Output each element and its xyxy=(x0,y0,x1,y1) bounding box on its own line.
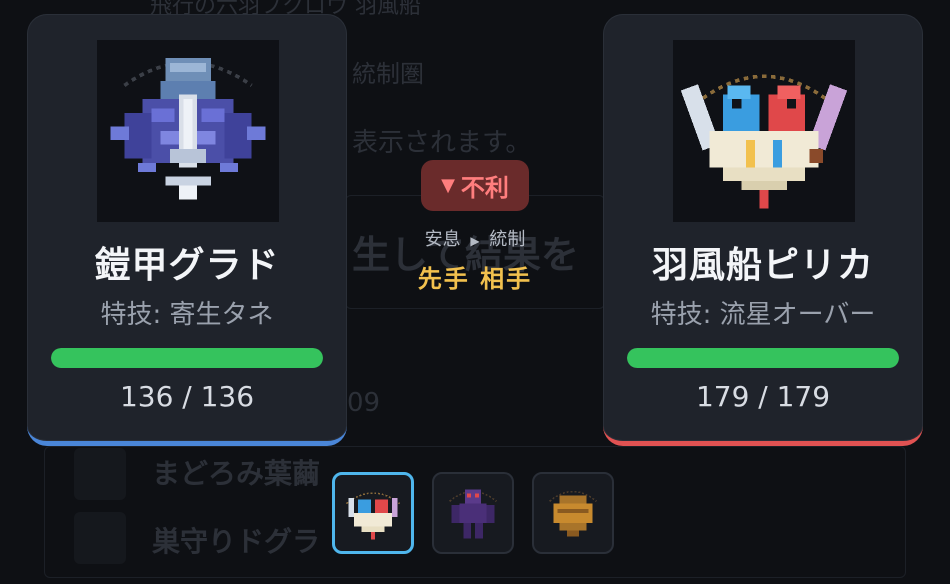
down-triangle-icon: ▼ xyxy=(441,175,455,196)
bg-sprite-1 xyxy=(74,448,126,500)
armored-beetle-sprite-icon xyxy=(97,40,279,222)
player-hp-bar xyxy=(51,348,323,368)
play-arrow-icon: ▶ xyxy=(470,234,480,248)
player-monster-card: 鎧甲グラド 特技: 寄生タネ 136 / 136 xyxy=(27,14,347,446)
purple-humanoid-icon xyxy=(449,489,497,539)
opponent-monster-name: 羽風船ピリカ xyxy=(651,245,874,286)
party-slot-2[interactable] xyxy=(432,472,514,554)
bg-row-name-1: まどろみ葉繭 xyxy=(152,457,321,490)
matchup-panel: ▼ 不利 安息 ▶ 統制 先手 相手 xyxy=(380,160,570,294)
player-monster-name: 鎧甲グラド xyxy=(94,245,280,286)
bg-sprite-2 xyxy=(74,512,126,564)
party-slot-1[interactable] xyxy=(332,472,414,554)
bg-row-effect: 統制圏 xyxy=(352,60,424,88)
from-type: 安息 xyxy=(424,229,461,250)
disadvantage-badge: ▼ 不利 xyxy=(421,160,529,211)
bg-row-name-2: 巣守りドグラ xyxy=(152,525,321,558)
opponent-monster-card: 羽風船ピリカ 特技: 流星オーバー 179 / 179 xyxy=(603,14,923,446)
twin-bird-balloon-sprite-icon xyxy=(673,40,855,222)
opponent-hp-fill xyxy=(627,348,899,368)
type-flow: 安息 ▶ 統制 xyxy=(380,225,570,251)
to-type: 統制 xyxy=(489,229,526,250)
player-monster-skill: 特技: 寄生タネ xyxy=(100,300,274,330)
party-slot-3[interactable] xyxy=(532,472,614,554)
twin-bird-balloon-icon xyxy=(345,492,401,540)
party-selector xyxy=(332,472,614,554)
bg-row-number: 09 xyxy=(347,388,381,418)
turn-order: 先手 相手 xyxy=(417,265,533,293)
bg-row-note: 表示されます。 xyxy=(352,128,532,158)
player-hp-text: 136 / 136 xyxy=(119,380,255,413)
opponent-hp-bar xyxy=(627,348,899,368)
amber-shell-icon xyxy=(549,490,597,537)
disadvantage-label: 不利 xyxy=(460,174,509,202)
player-hp-fill xyxy=(51,348,323,368)
opponent-monster-skill: 特技: 流星オーバー xyxy=(650,300,876,330)
opponent-hp-text: 179 / 179 xyxy=(695,380,831,413)
